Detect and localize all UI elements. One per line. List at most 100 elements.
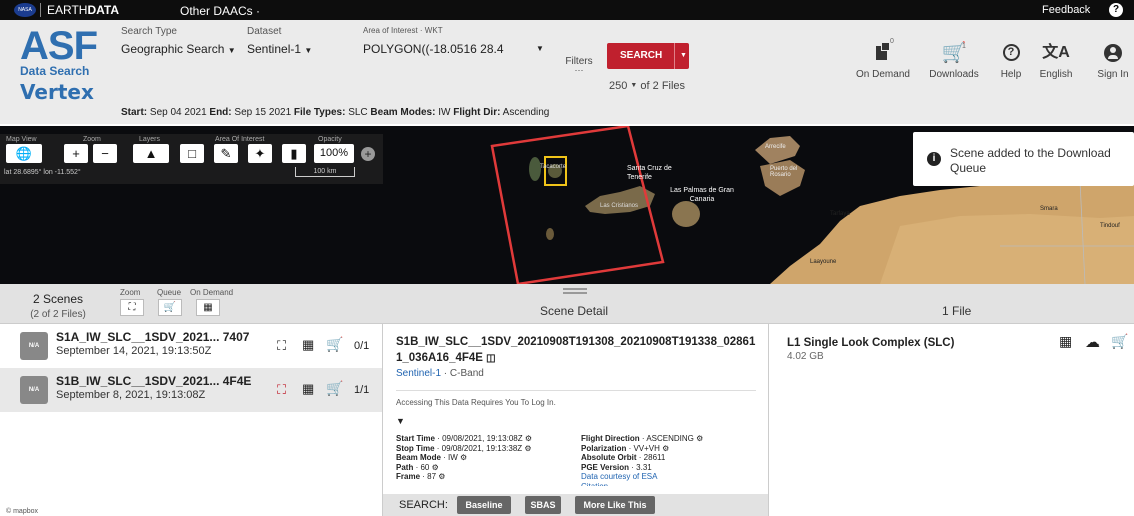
queue-all-button[interactable]: 🛒	[158, 299, 182, 316]
map-label: Las Palmas de Gran Canaria	[670, 187, 734, 203]
help-icon[interactable]: ?	[1109, 3, 1123, 17]
aoi-input[interactable]: Area of Interest · WKT POLYGON((-18.0516…	[363, 26, 553, 56]
meta-row: Stop Time · 09/08/2021, 19:13:38Z ⚙	[396, 443, 532, 453]
top-bar: NASA EARTHDATA Other DAACs · Feedback ?	[0, 0, 1134, 20]
on-demand-all-button[interactable]: ▦	[196, 299, 220, 316]
zoom-to-scene-icon[interactable]: ⛶	[277, 382, 286, 398]
help-button[interactable]: ? Help	[996, 42, 1026, 80]
resize-handle[interactable]	[563, 288, 587, 294]
expand-toggle[interactable]: ▼	[396, 416, 405, 426]
search-button[interactable]: SEARCH ▼	[607, 43, 689, 69]
zoom-out-button[interactable]: −	[93, 144, 117, 163]
meta-row: Path · 60 ⚙	[396, 462, 439, 472]
opacity-select[interactable]: 100%	[314, 144, 354, 163]
cart-icon: 🛒 1	[941, 42, 967, 64]
feedback-link[interactable]: Feedback	[1042, 4, 1090, 16]
on-demand-icon[interactable]: ▦	[1059, 333, 1072, 350]
scene-thumbnail: N/A	[20, 332, 48, 360]
map-label: Tacacorte	[540, 164, 567, 170]
filters-button[interactable]: Filters ···	[564, 56, 594, 75]
language-button[interactable]: 文A English	[1036, 42, 1076, 80]
sign-in-button[interactable]: Sign In	[1093, 42, 1133, 80]
max-results-select[interactable]: 250 ▼ of 2 Files	[609, 80, 685, 92]
layers-icon[interactable]: ▲	[133, 144, 169, 163]
toast-notification[interactable]: i Scene added to the Download Queue	[913, 132, 1134, 186]
trash-icon[interactable]: ▮	[282, 144, 306, 163]
translate-icon: 文A	[1042, 44, 1070, 61]
search-header: ASF Data Search Vertex Search Type Geogr…	[0, 20, 1134, 124]
scene-row[interactable]: N/A S1A_IW_SLC__1SDV_2021... 7407 Septem…	[0, 324, 382, 368]
scene-detail-title: Scene Detail	[540, 304, 609, 318]
copy-icon[interactable]: ◫	[486, 353, 495, 364]
zoom-all-button[interactable]: ⛶	[120, 299, 144, 316]
search-type-select[interactable]: Search Type Geographic Search ▼	[121, 26, 236, 56]
gear-icon[interactable]: ⚙	[525, 434, 532, 443]
results-header: 2 Scenes (2 of 2 Files) Zoom Queue On De…	[0, 284, 1134, 324]
file-row[interactable]: L1 Single Look Complex (SLC) 4.02 GB ▦ ☁…	[769, 324, 1134, 368]
on-demand-button[interactable]: 0 On Demand	[853, 38, 913, 80]
info-icon: i	[927, 152, 941, 166]
dataset-link[interactable]: Sentinel-1	[396, 368, 441, 379]
gear-icon[interactable]: ⚙	[524, 444, 531, 453]
earthdata-brand[interactable]: EARTHDATA	[47, 3, 119, 17]
citation-link[interactable]: Citation	[581, 482, 703, 486]
chevron-down-icon[interactable]: ▼	[680, 43, 687, 69]
dataset-select[interactable]: Dataset Sentinel-1 ▼	[247, 26, 312, 56]
zoom-to-scene-icon[interactable]: ⛶	[277, 338, 286, 354]
scene-row-selected[interactable]: N/A S1B_IW_SLC__1SDV_2021... 4F4E Septem…	[0, 368, 382, 412]
file-list: L1 Single Look Complex (SLC) 4.02 GB ▦ ☁…	[769, 324, 1134, 516]
other-daacs-menu[interactable]: Other DAACs ·	[180, 4, 260, 18]
user-icon	[1104, 44, 1122, 62]
asf-logo[interactable]: ASF Data Search Vertex	[20, 26, 106, 122]
scale-bar: 100 km	[295, 167, 355, 177]
scene-list: N/A S1A_IW_SLC__1SDV_2021... 7407 Septem…	[0, 324, 382, 516]
map-label: Las Cristianos	[600, 203, 639, 209]
zoom-in-button[interactable]: +	[64, 144, 88, 163]
cart-icon[interactable]: 🛒	[326, 380, 343, 397]
gear-icon[interactable]: ⚙	[662, 444, 669, 453]
mapbox-logo[interactable]: © mapbox	[6, 508, 38, 515]
gear-icon[interactable]: ⚙	[432, 463, 439, 472]
meta-row: Polarization · VV+VH ⚙	[581, 443, 670, 453]
cloud-download-icon[interactable]: ☁	[1085, 333, 1100, 351]
vertex-logo-text: Vertex	[20, 80, 94, 104]
cart-icon[interactable]: 🛒	[326, 336, 343, 353]
add-layer-icon[interactable]: +	[361, 147, 375, 161]
gear-icon[interactable]: ⚙	[460, 453, 467, 462]
aoi-dropdown-icon[interactable]: ▼	[536, 44, 544, 53]
nasa-logo-icon[interactable]: NASA	[14, 3, 36, 17]
detail-right: Flight Direction · ASCENDING ⚙ Polarizat…	[581, 434, 703, 486]
pencil-icon[interactable]: ✎	[214, 144, 238, 163]
map-view[interactable]: Tacacorte Santa Cruz de Tenerife Las Pal…	[0, 126, 1134, 284]
meta-row: PGE Version · 3.31	[581, 462, 652, 472]
globe-icon[interactable]: 🌐	[6, 144, 42, 163]
gear-icon[interactable]: ⚙	[696, 434, 703, 443]
scene-count: 2 Scenes (2 of 2 Files)	[30, 292, 86, 320]
more-like-this-button[interactable]: More Like This	[575, 496, 655, 514]
wand-icon[interactable]: ✦	[248, 144, 272, 163]
on-demand-icon: 0	[853, 38, 913, 64]
meta-row: Flight Direction · ASCENDING ⚙	[581, 434, 704, 443]
map-toolbar: Map View Zoom Layers Area Of Interest Op…	[0, 134, 383, 184]
scene-thumbnail: N/A	[20, 376, 48, 404]
cart-icon[interactable]: 🛒	[1111, 333, 1128, 350]
filters-summary[interactable]: Start: Sep 04 2021 End: Sep 15 2021 File…	[121, 107, 549, 118]
on-demand-icon[interactable]: ▦	[302, 381, 314, 397]
scene-name[interactable]: S1B_IW_SLC__1SDV_20210908T191308_2021090…	[396, 334, 766, 367]
map-label: Tarfaya	[830, 211, 850, 217]
gear-icon[interactable]: ⚙	[438, 472, 445, 481]
map-label: Santa Cruz de Tenerife	[627, 165, 672, 181]
meta-row: Beam Mode · IW ⚙	[396, 453, 468, 462]
map-label: Arrecife	[765, 144, 786, 150]
baseline-button[interactable]: Baseline	[457, 496, 511, 514]
courtesy-link[interactable]: Data courtesy of ESA	[581, 472, 703, 482]
downloads-button[interactable]: 🛒 1 Downloads	[924, 42, 984, 80]
file-count: 1 File	[942, 304, 972, 318]
on-demand-icon[interactable]: ▦	[302, 337, 314, 353]
draw-box-icon[interactable]: □	[180, 144, 204, 163]
map-label: Tindouf	[1100, 223, 1120, 229]
map-label: Puerto del Rosario	[770, 166, 798, 178]
sbas-button[interactable]: SBAS	[525, 496, 561, 514]
logo-subtitle: Data Search	[20, 64, 90, 78]
map-label: Laayoune	[810, 259, 837, 265]
